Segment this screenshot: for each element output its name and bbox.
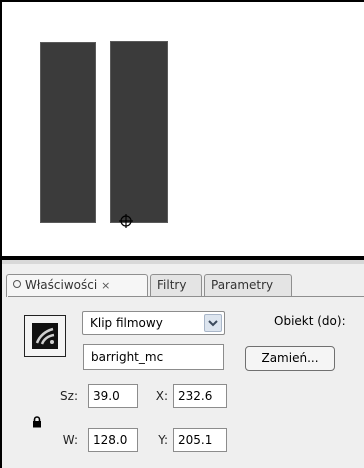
stage[interactable] bbox=[0, 0, 364, 258]
tab-radio-icon bbox=[13, 280, 21, 288]
lock-icon[interactable] bbox=[32, 416, 42, 428]
tab-properties-label: Właściwości bbox=[25, 278, 98, 292]
close-icon[interactable]: × bbox=[101, 279, 110, 292]
tab-filters-label: Filtry bbox=[157, 278, 187, 292]
x-field[interactable]: 232.6 bbox=[173, 384, 227, 408]
tab-properties[interactable]: Właściwości × bbox=[6, 274, 148, 297]
chevron-down-icon[interactable] bbox=[204, 314, 222, 332]
width-field[interactable]: 39.0 bbox=[88, 384, 138, 408]
height-label: W: bbox=[62, 433, 78, 447]
registration-point-icon bbox=[119, 214, 133, 228]
tab-parameters[interactable]: Parametry bbox=[204, 274, 292, 296]
bar-left-shape[interactable] bbox=[40, 42, 96, 223]
width-label: Sz: bbox=[60, 389, 78, 403]
properties-panel: Właściwości × Filtry Parametry Klip filmo… bbox=[0, 258, 364, 468]
movie-clip-icon bbox=[24, 315, 66, 357]
symbol-type-value: Klip filmowy bbox=[90, 316, 163, 330]
tabs-underline bbox=[8, 296, 364, 297]
tab-parameters-label: Parametry bbox=[211, 278, 274, 292]
swap-button[interactable]: Zamień... bbox=[245, 346, 335, 371]
object-label: Obiekt (do): bbox=[274, 314, 346, 328]
instance-name-input[interactable] bbox=[83, 344, 224, 370]
y-label: Y: bbox=[158, 433, 168, 447]
panel-resize-handle[interactable] bbox=[2, 260, 364, 264]
tab-filters[interactable]: Filtry bbox=[150, 274, 202, 296]
symbol-type-select[interactable]: Klip filmowy bbox=[82, 311, 225, 335]
bar-right-shape[interactable] bbox=[110, 41, 168, 223]
x-label: X: bbox=[155, 389, 168, 403]
y-field[interactable]: 205.1 bbox=[173, 428, 227, 452]
height-field[interactable]: 128.0 bbox=[88, 428, 138, 452]
